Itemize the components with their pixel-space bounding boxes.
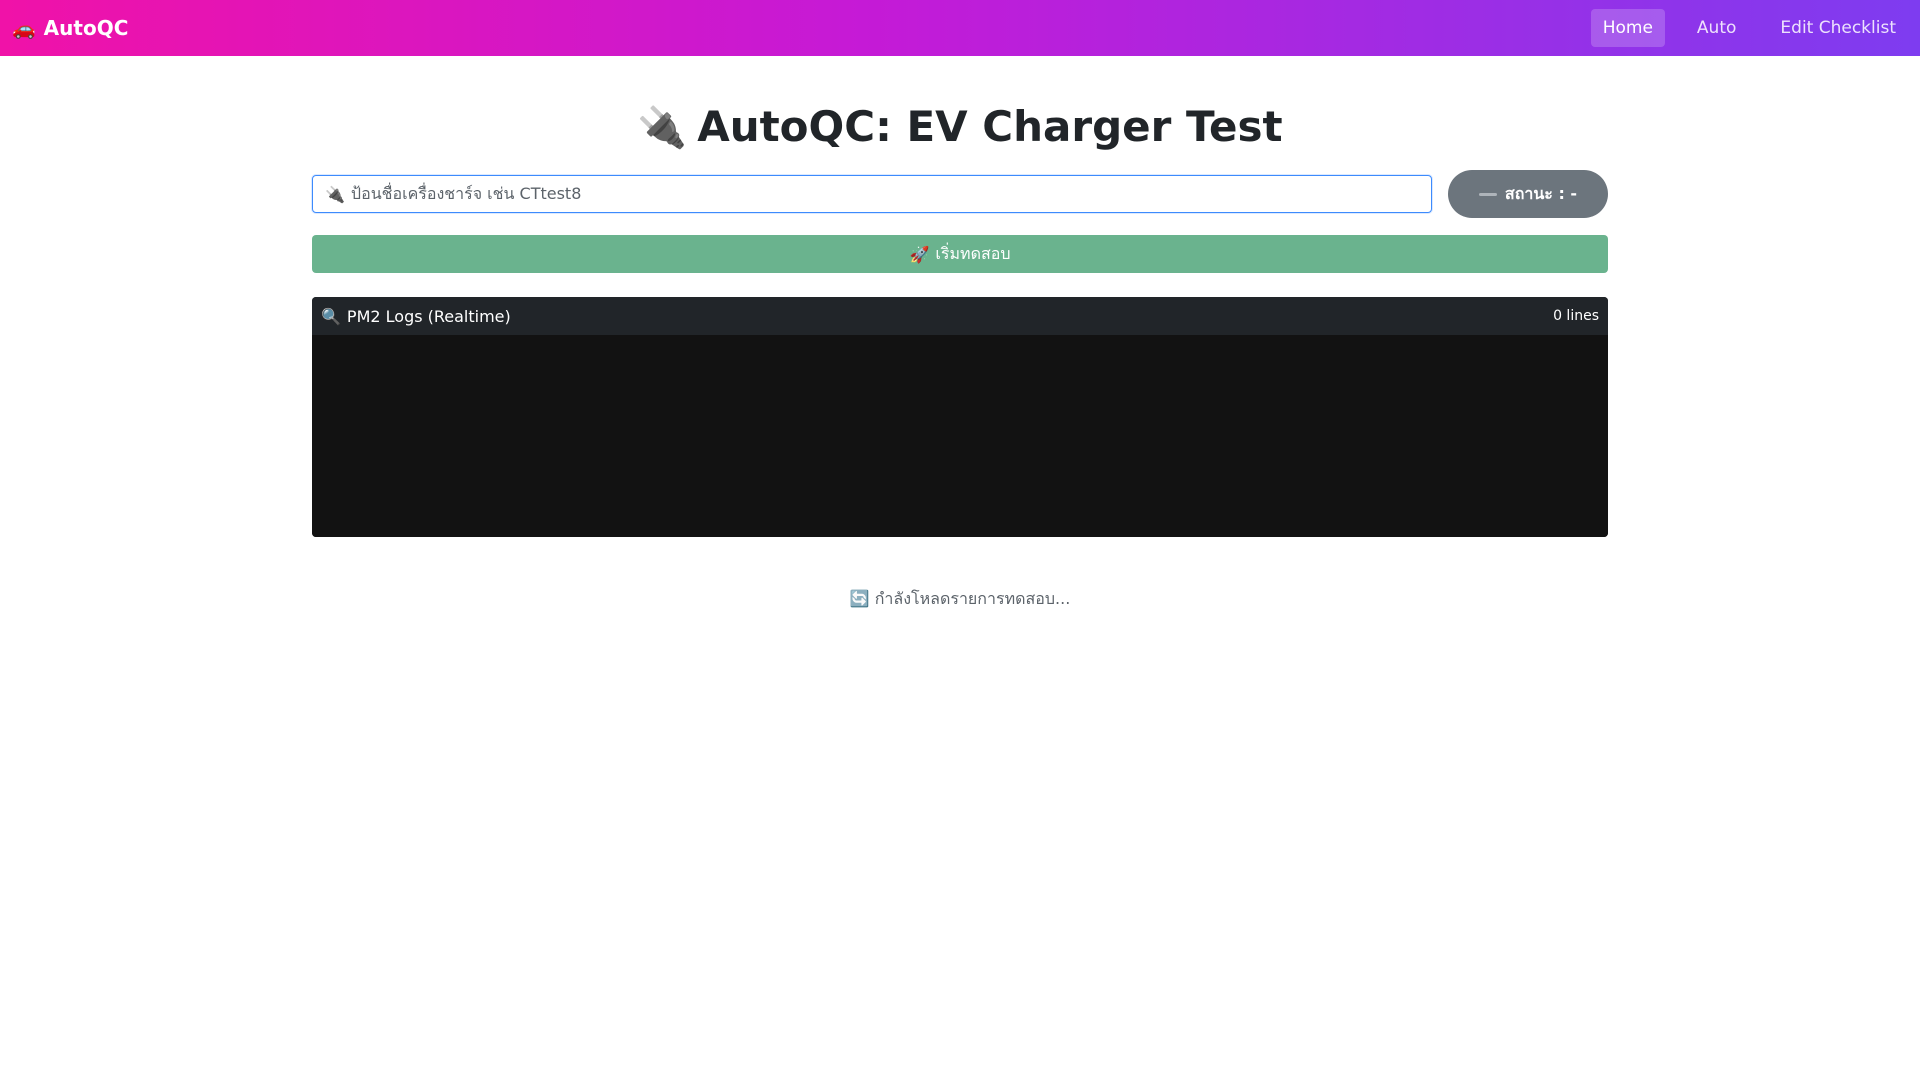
- loading-message: 🔄 กำลังโหลดรายการทดสอบ...: [312, 587, 1608, 612]
- car-icon: 🚗: [12, 17, 36, 40]
- status-label: สถานะ : -: [1504, 183, 1578, 203]
- status-badge: สถานะ : -: [1448, 170, 1608, 219]
- brand[interactable]: 🚗 AutoQC: [12, 16, 128, 40]
- start-test-button[interactable]: 🚀 เริ่มทดสอบ: [312, 235, 1608, 274]
- charger-name-input[interactable]: 🔌 ป้อนชื่อเครื่องชาร์จ เช่น CTtest8: [312, 175, 1432, 214]
- nav-link-auto[interactable]: Auto: [1685, 9, 1748, 47]
- logs-panel: 🔍 PM2 Logs (Realtime) 0 lines: [312, 297, 1608, 538]
- logs-header: 🔍 PM2 Logs (Realtime) 0 lines: [312, 297, 1608, 336]
- plug-icon: 🔌: [637, 105, 688, 151]
- nav-link-edit-checklist[interactable]: Edit Checklist: [1768, 9, 1908, 47]
- brand-label: AutoQC: [43, 16, 129, 40]
- refresh-icon: 🔄: [849, 589, 870, 609]
- plug-icon: 🔌: [325, 184, 345, 204]
- logs-title-text: PM2 Logs (Realtime): [346, 306, 511, 326]
- top-navbar: 🚗 AutoQC Home Auto Edit Checklist: [0, 0, 1920, 56]
- input-row: 🔌 ป้อนชื่อเครื่องชาร์จ เช่น CTtest8 สถาน…: [312, 170, 1608, 219]
- logs-title: 🔍 PM2 Logs (Realtime): [321, 307, 511, 326]
- charger-name-placeholder: ป้อนชื่อเครื่องชาร์จ เช่น CTtest8: [350, 183, 582, 203]
- rocket-icon: 🚀: [909, 244, 930, 264]
- main-container: 🔌 AutoQC: EV Charger Test 🔌 ป้อนชื่อเครื่…: [312, 56, 1608, 612]
- start-test-label: เริ่มทดสอบ: [935, 243, 1011, 263]
- logs-line-count: 0 lines: [1553, 308, 1599, 325]
- nav-links: Home Auto Edit Checklist: [1590, 9, 1908, 47]
- nav-link-home[interactable]: Home: [1590, 9, 1665, 47]
- page-title: 🔌 AutoQC: EV Charger Test: [312, 102, 1608, 152]
- dash-icon: [1478, 192, 1497, 196]
- search-icon: 🔍: [321, 306, 341, 326]
- loading-text: กำลังโหลดรายการทดสอบ...: [874, 589, 1071, 609]
- logs-output[interactable]: [312, 335, 1608, 538]
- page-title-text: AutoQC: EV Charger Test: [697, 102, 1283, 151]
